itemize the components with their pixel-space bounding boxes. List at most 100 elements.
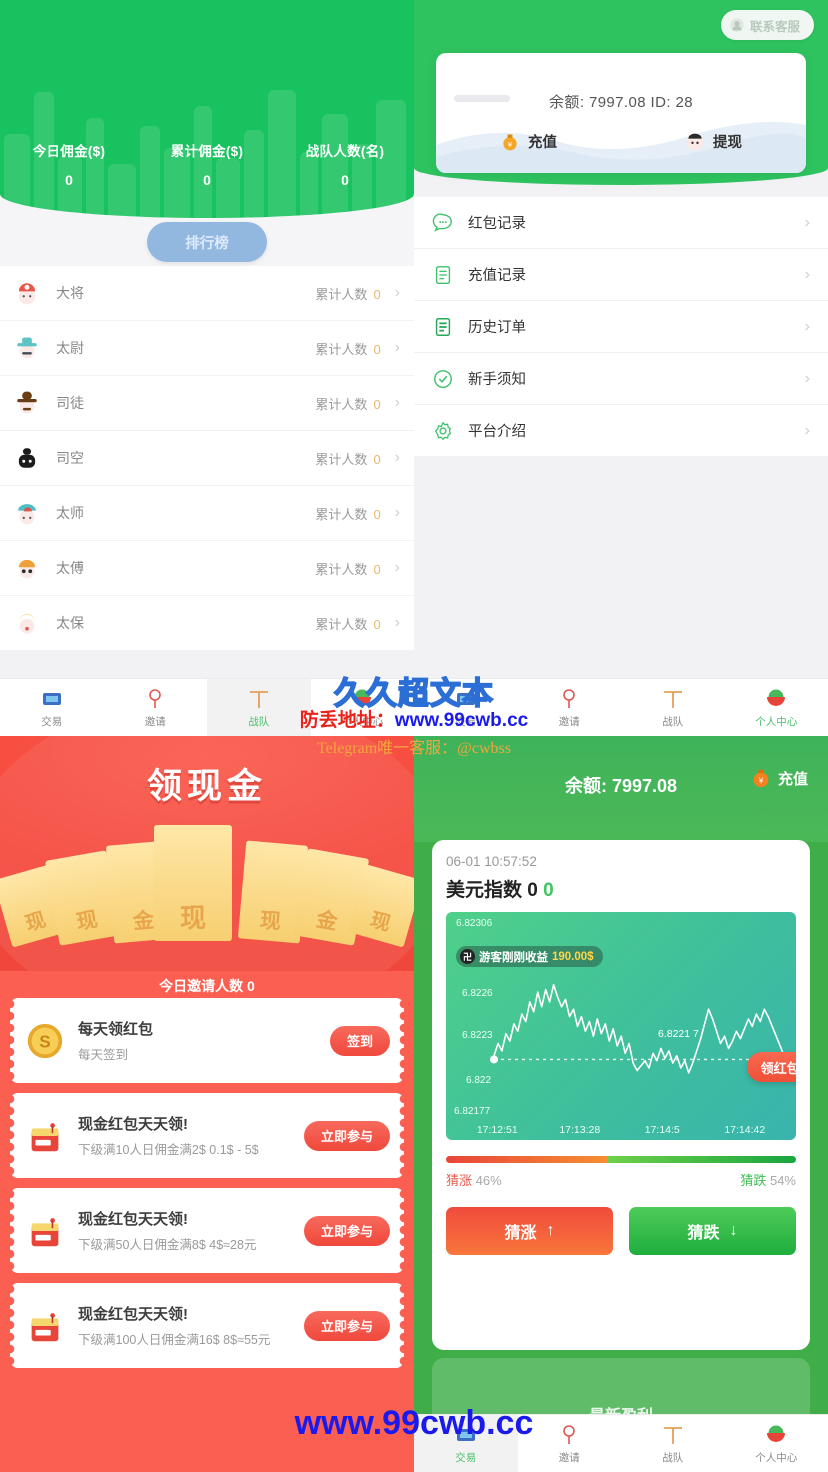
sidebar-item-profile[interactable]: 个人中心 [725, 679, 828, 736]
tabbar-team: 交易 邀请 战队 个人中心 [0, 678, 414, 736]
invite-icon [563, 1424, 576, 1444]
money-bag-icon: ¥ [753, 769, 769, 788]
bet-up-button[interactable]: 猜涨 ↑ [446, 1207, 613, 1255]
panel-trade: 余额: 7997.08 ¥ 充值 06-01 10:57:52 美元指数 0 0… [414, 736, 828, 1472]
stat-total-commission: 累计佣金($) 0 [138, 140, 276, 188]
price-chart: 6.82306 6.8226 6.8223 6.822 6.82177 卍 游客… [446, 912, 796, 1140]
sidebar-item-profile[interactable]: 个人中心 [725, 1415, 828, 1472]
table-row[interactable]: 太保 累计人数 0 › [0, 596, 414, 651]
menu-item-order-history[interactable]: 历史订单 › [414, 301, 828, 353]
join-button[interactable]: 立即参与 [303, 1215, 390, 1246]
table-row[interactable]: 司徒 累计人数 0 › [0, 376, 414, 431]
index-name: 美元指数 [446, 880, 523, 901]
leaderboard-button[interactable]: 排行榜 [147, 222, 267, 262]
chevron-right-icon: › [394, 394, 400, 411]
withdraw-button[interactable]: 提现 [621, 131, 806, 152]
menu-item-beginner-guide[interactable]: 新手须知 › [414, 353, 828, 405]
screenshot-grid: 今日佣金($) 0 累计佣金($) 0 战队人数(名) 0 排行榜 大将 累计人… [0, 0, 828, 1472]
list-item-cash-packet-100[interactable]: 现金红包天天领! 下级满100人日佣金满16$ 8$≈55元 立即参与 [10, 1283, 404, 1368]
sidebar-item-invite[interactable]: 邀请 [518, 679, 622, 736]
person-icon [686, 133, 704, 150]
recharge-button[interactable]: ¥ 充值 [750, 767, 808, 789]
index-change: 0 [543, 880, 554, 901]
rank-name: 太师 [56, 505, 84, 521]
sidebar-item-trade[interactable]: 交易 [414, 679, 518, 736]
chevron-right-icon: › [394, 614, 400, 631]
packet-title: 每天领红包 [78, 1021, 154, 1038]
join-button[interactable]: 立即参与 [303, 1310, 390, 1341]
team-icon [663, 690, 682, 708]
team-icon [249, 690, 268, 708]
panel-cash: 领现金 现 现 金 现 现 金 现 今日邀请人数 0 S 每天领红包 每天签到 [0, 736, 414, 1472]
chart-line [490, 983, 796, 1074]
avatar-taishi-icon [18, 504, 36, 525]
trade-icon [456, 692, 475, 705]
chevron-right-icon: › [804, 265, 810, 283]
team-hero: 今日佣金($) 0 累计佣金($) 0 战队人数(名) 0 [0, 0, 414, 218]
recharge-button[interactable]: ¥ 充值 [436, 131, 621, 152]
menu-item-recharge-record[interactable]: 充值记录 › [414, 249, 828, 301]
signin-button[interactable]: 签到 [329, 1025, 390, 1056]
sidebar-item-team[interactable]: 战队 [621, 1415, 725, 1472]
avatar-situ-icon [17, 391, 37, 414]
tab-label: 战队 [248, 715, 270, 728]
sidebar-item-profile[interactable]: 个人中心 [311, 679, 415, 736]
x-tick-label: 17:14:42 [724, 1124, 766, 1136]
sidebar-item-invite[interactable]: 邀请 [104, 679, 208, 736]
panel-profile: 联系客服 余额: 7997.08 ID: 28 ¥ 充值 提现 红包记录 › 充… [414, 0, 828, 736]
timestamp: 06-01 10:57:52 [446, 854, 537, 869]
stat-value: 0 [65, 172, 73, 188]
menu-item-platform-intro[interactable]: 平台介绍 › [414, 405, 828, 457]
tab-label: 战队 [662, 1451, 684, 1464]
list-item-cash-packet-50[interactable]: 现金红包天天领! 下级满50人日佣金满8$ 4$≈28元 立即参与 [10, 1188, 404, 1273]
tab-label: 交易 [41, 715, 63, 728]
profile-icon [767, 689, 786, 706]
table-row[interactable]: 司空 累计人数 0 › [0, 431, 414, 486]
sidebar-item-team[interactable]: 战队 [621, 679, 725, 736]
menu-item-label: 充值记录 [468, 268, 526, 284]
bet-buttons: 猜涨 ↑ 猜跌 ↓ [446, 1207, 796, 1255]
sentiment-down-label: 猜跌 54% [740, 1173, 796, 1188]
red-packet-fab-label: 领红包 [760, 1060, 796, 1076]
table-row[interactable]: 太傅 累计人数 0 › [0, 541, 414, 596]
menu-item-red-packet-record[interactable]: 红包记录 › [414, 197, 828, 249]
profile-icon [353, 689, 372, 706]
trade-icon [456, 1428, 475, 1441]
profile-icon [767, 1425, 786, 1442]
packet-title: 现金红包天天领! [78, 1306, 188, 1323]
table-row[interactable]: 大将 累计人数 0 › [0, 266, 414, 321]
tabbar-profile: 交易 邀请 战队 个人中心 [414, 678, 828, 736]
panel-team: 今日佣金($) 0 累计佣金($) 0 战队人数(名) 0 排行榜 大将 累计人… [0, 0, 414, 736]
red-packet-fab-button[interactable]: 领红包 › [746, 1052, 796, 1082]
rank-meta: 累计人数 0 [315, 506, 381, 522]
profile-menu: 红包记录 › 充值记录 › 历史订单 › 新手须知 › 平台介绍 › [414, 197, 828, 457]
sidebar-item-team[interactable]: 战队 [207, 679, 311, 736]
list-item-cash-packet-10[interactable]: 现金红包天天领! 下级满10人日佣金满2$ 0.1$ - 5$ 立即参与 [10, 1093, 404, 1178]
bet-down-button[interactable]: 猜跌 ↓ [629, 1207, 796, 1255]
table-row[interactable]: 太尉 累计人数 0 › [0, 321, 414, 376]
sidebar-item-invite[interactable]: 邀请 [518, 1415, 622, 1472]
packet-subtitle: 下级满100人日佣金满16$ 8$≈55元 [78, 1333, 271, 1347]
stat-value: 0 [341, 172, 349, 188]
contact-support-button[interactable]: 联系客服 [720, 10, 814, 40]
bet-down-label: 猜跌 [687, 1225, 720, 1242]
sidebar-item-trade[interactable]: 交易 [414, 1415, 518, 1472]
sidebar-item-trade[interactable]: 交易 [0, 679, 104, 736]
menu-item-label: 平台介绍 [468, 424, 526, 440]
tab-label: 交易 [455, 1451, 477, 1464]
index-value: 0 [527, 880, 538, 901]
list-item-daily-signin[interactable]: S 每天领红包 每天签到 签到 [10, 998, 404, 1083]
avatar-taifu-icon [18, 559, 36, 579]
balance-card: 余额: 7997.08 ID: 28 ¥ 充值 提现 [436, 53, 806, 173]
rank-name: 太傅 [56, 560, 84, 576]
avatar-taibao-icon [18, 614, 36, 634]
packet-text: 现金红包天天领! 下级满10人日佣金满2$ 0.1$ - 5$ [78, 1113, 304, 1158]
table-row[interactable]: 太师 累计人数 0 › [0, 486, 414, 541]
join-button[interactable]: 立即参与 [303, 1120, 390, 1151]
svg-text:S: S [39, 1031, 50, 1051]
avatar-sikong-icon [18, 448, 36, 468]
packet-title: 现金红包天天领! [78, 1211, 188, 1228]
tab-label: 邀请 [558, 1451, 580, 1464]
chevron-right-icon: › [394, 559, 400, 576]
stat-team-size: 战队人数(名) 0 [276, 140, 414, 188]
